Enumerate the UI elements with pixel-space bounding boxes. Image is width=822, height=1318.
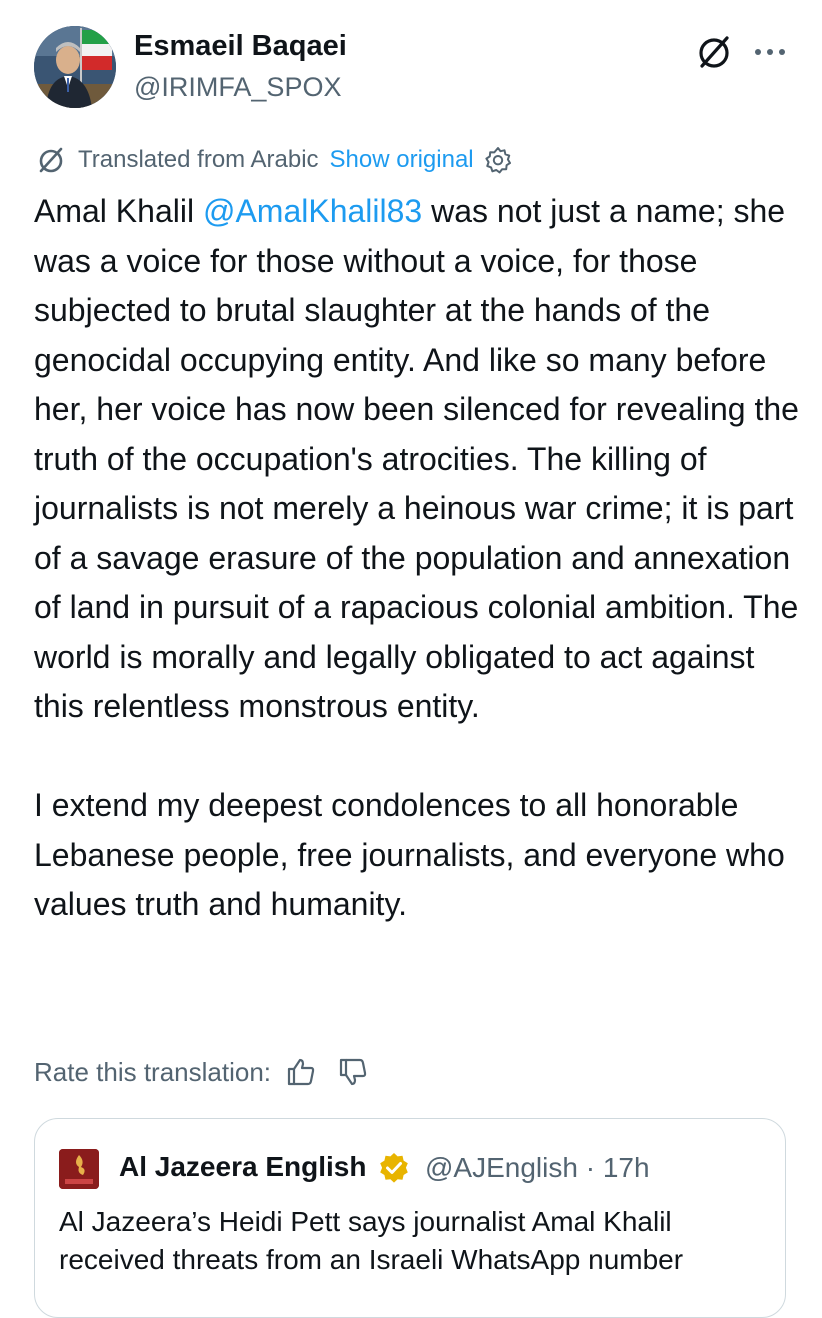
tweet-text-body: was not just a name; she was a voice for… xyxy=(34,193,799,724)
rate-translation-row: Rate this translation: xyxy=(34,1052,369,1092)
rate-translation-label: Rate this translation: xyxy=(34,1056,272,1087)
grok-translate-icon xyxy=(34,144,68,176)
tweet-text-intro: Amal Khalil xyxy=(34,193,203,229)
tweet-paragraph-condolences: I extend my deepest condolences to all h… xyxy=(34,787,785,922)
translation-bar: Translated from Arabic Show original xyxy=(34,144,512,176)
verified-badge-icon xyxy=(377,1151,411,1185)
show-original-link[interactable]: Show original xyxy=(330,146,474,174)
tweet-text: Amal Khalil @AmalKhalil83 was not just a… xyxy=(34,187,804,930)
author-avatar[interactable] xyxy=(34,26,116,108)
grok-icon[interactable] xyxy=(694,32,734,72)
gear-icon[interactable] xyxy=(484,146,512,174)
more-horizontal-icon[interactable] xyxy=(748,32,792,72)
quoted-author-name[interactable]: Al Jazeera English xyxy=(119,1151,366,1183)
quoted-author-avatar[interactable] xyxy=(59,1149,99,1189)
author-name[interactable]: Esmaeil Baqaei xyxy=(134,30,347,63)
thumbs-up-icon[interactable] xyxy=(285,1056,317,1088)
quoted-tweet-card[interactable]: Al Jazeera English @AJEnglish · 17h Al J… xyxy=(34,1118,786,1318)
thumbs-down-icon[interactable] xyxy=(337,1056,369,1088)
author-handle[interactable]: @IRIMFA_SPOX xyxy=(134,72,341,103)
tweet-header: Esmaeil Baqaei @IRIMFA_SPOX xyxy=(34,26,794,108)
quoted-tweet-text: Al Jazeera’s Heidi Pett says journalist … xyxy=(59,1206,684,1275)
mention-link[interactable]: @AmalKhalil83 xyxy=(203,193,422,229)
translated-from-label: Translated from Arabic xyxy=(78,146,319,173)
quoted-author-handle-time[interactable]: @AJEnglish · 17h xyxy=(425,1152,650,1184)
tweet-paragraph: Amal Khalil @AmalKhalil83 was not just a… xyxy=(34,187,804,732)
